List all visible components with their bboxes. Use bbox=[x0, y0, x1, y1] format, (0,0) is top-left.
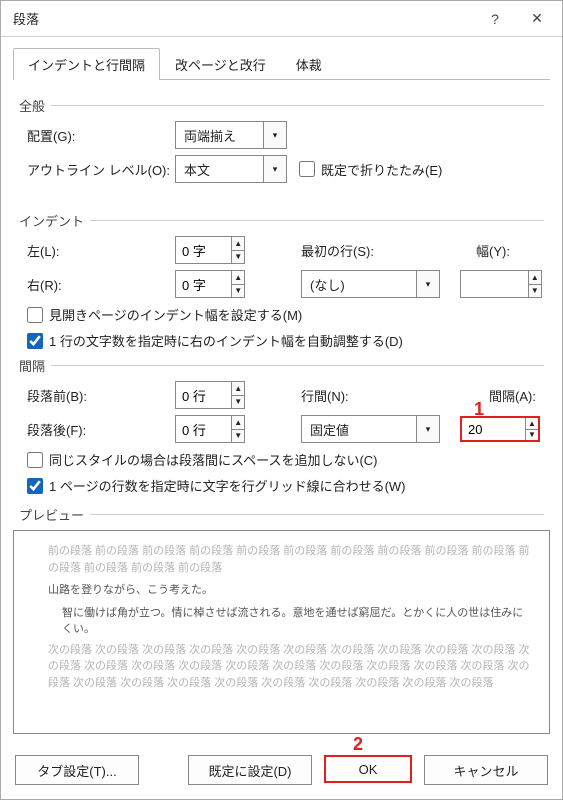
button-bar: タブ設定(T)... 既定に設定(D) OK キャンセル bbox=[15, 755, 548, 785]
default-button[interactable]: 既定に設定(D) bbox=[188, 755, 312, 785]
before-input[interactable] bbox=[176, 382, 231, 408]
indent-left-input[interactable] bbox=[176, 237, 231, 263]
spin-up-icon[interactable]: ▲ bbox=[529, 271, 541, 285]
paragraph-dialog: 段落 ? ✕ インデントと行間隔 改ページと改行 体裁 全般 配置(G): 両端… bbox=[0, 0, 563, 800]
tabs-button[interactable]: タブ設定(T)... bbox=[15, 755, 139, 785]
chevron-down-icon[interactable]: ▾ bbox=[263, 122, 286, 148]
samestyle-label: 同じスタイルの場合は段落間にスペースを追加しない(C) bbox=[49, 450, 378, 469]
tab-strip: インデントと行間隔 改ページと改行 体裁 bbox=[13, 47, 550, 80]
firstline-label: 最初の行(S): bbox=[301, 241, 441, 260]
group-preview: プレビュー bbox=[19, 505, 544, 524]
titlebar: 段落 ? ✕ bbox=[1, 1, 562, 37]
linespacing-combo[interactable]: 固定値 ▾ bbox=[301, 415, 440, 443]
preview-box: 前の段落 前の段落 前の段落 前の段落 前の段落 前の段落 前の段落 前の段落 … bbox=[13, 530, 550, 734]
at-label: 間隔(A): bbox=[441, 386, 544, 405]
group-preview-label: プレビュー bbox=[19, 505, 84, 524]
chevron-down-icon[interactable]: ▾ bbox=[263, 156, 286, 182]
spin-down-icon[interactable]: ▼ bbox=[232, 285, 244, 298]
outline-combo[interactable]: 本文 ▾ bbox=[175, 155, 287, 183]
cancel-button[interactable]: キャンセル bbox=[424, 755, 548, 785]
samestyle-checkbox[interactable] bbox=[27, 452, 43, 468]
outline-label: アウトライン レベル(O): bbox=[27, 160, 175, 179]
collapse-label: 既定で折りたたみ(E) bbox=[321, 160, 442, 179]
spin-up-icon[interactable]: ▲ bbox=[232, 416, 244, 430]
ok-button[interactable]: OK bbox=[324, 755, 412, 783]
spin-down-icon[interactable]: ▼ bbox=[526, 430, 538, 441]
preview-sample1: 山路を登りながら、こう考えた。 bbox=[48, 582, 533, 599]
autoadjust-label: 1 行の文字数を指定時に右のインデント幅を自動調整する(D) bbox=[49, 331, 403, 350]
alignment-value: 両端揃え bbox=[176, 126, 263, 145]
collapse-checkbox[interactable] bbox=[299, 161, 315, 177]
help-button[interactable]: ? bbox=[474, 4, 516, 34]
group-spacing: 間隔 bbox=[19, 356, 544, 375]
linespacing-value: 固定値 bbox=[302, 420, 416, 439]
snapgrid-label: 1 ページの行数を指定時に文字を行グリッド線に合わせる(W) bbox=[49, 476, 406, 495]
spin-down-icon[interactable]: ▼ bbox=[529, 285, 541, 298]
tab-format[interactable]: 体裁 bbox=[281, 48, 337, 80]
after-spin[interactable]: ▲▼ bbox=[175, 415, 245, 443]
at-input[interactable] bbox=[462, 418, 525, 440]
alignment-label: 配置(G): bbox=[27, 126, 175, 145]
at-spin[interactable]: ▲▼ bbox=[460, 416, 540, 442]
close-button[interactable]: ✕ bbox=[516, 4, 558, 34]
alignment-combo[interactable]: 両端揃え ▾ bbox=[175, 121, 287, 149]
group-general-label: 全般 bbox=[19, 96, 45, 115]
before-spin[interactable]: ▲▼ bbox=[175, 381, 245, 409]
spin-down-icon[interactable]: ▼ bbox=[232, 251, 244, 264]
spin-up-icon[interactable]: ▲ bbox=[232, 382, 244, 396]
after-input[interactable] bbox=[176, 416, 231, 442]
indent-right-spin[interactable]: ▲▼ bbox=[175, 270, 245, 298]
linespacing-label: 行間(N): bbox=[301, 386, 441, 405]
indent-right-input[interactable] bbox=[176, 271, 231, 297]
window-title: 段落 bbox=[13, 9, 474, 28]
width-input[interactable] bbox=[461, 271, 528, 297]
autoadjust-checkbox[interactable] bbox=[27, 333, 43, 349]
group-spacing-label: 間隔 bbox=[19, 356, 45, 375]
mirror-indent-checkbox[interactable] bbox=[27, 307, 43, 323]
width-spin[interactable]: ▲▼ bbox=[460, 270, 542, 298]
indent-left-label: 左(L): bbox=[27, 241, 175, 260]
group-general: 全般 bbox=[19, 96, 544, 115]
preview-sample2: 智に働けば角が立つ。情に棹させば流される。意地を通せば窮屈だ。とかくに人の世は住… bbox=[62, 605, 533, 638]
indent-left-spin[interactable]: ▲▼ bbox=[175, 236, 245, 264]
preview-next: 次の段落 次の段落 次の段落 次の段落 次の段落 次の段落 次の段落 次の段落 … bbox=[48, 642, 533, 692]
group-indent: インデント bbox=[19, 211, 544, 230]
chevron-down-icon[interactable]: ▾ bbox=[416, 416, 439, 442]
after-label: 段落後(F): bbox=[27, 420, 175, 439]
snapgrid-checkbox[interactable] bbox=[27, 478, 43, 494]
chevron-down-icon[interactable]: ▾ bbox=[416, 271, 439, 297]
spin-down-icon[interactable]: ▼ bbox=[232, 430, 244, 443]
spin-up-icon[interactable]: ▲ bbox=[526, 418, 538, 430]
annotation-marker-2: 2 bbox=[353, 734, 363, 755]
spin-up-icon[interactable]: ▲ bbox=[232, 237, 244, 251]
dialog-content: 全般 配置(G): 両端揃え ▾ アウトライン レベル(O): 本文 ▾ 既定で… bbox=[1, 80, 562, 524]
firstline-combo[interactable]: (なし) ▾ bbox=[301, 270, 440, 298]
mirror-indent-label: 見開きページのインデント幅を設定する(M) bbox=[49, 305, 302, 324]
group-indent-label: インデント bbox=[19, 211, 84, 230]
tab-indent-spacing[interactable]: インデントと行間隔 bbox=[13, 48, 160, 80]
indent-right-label: 右(R): bbox=[27, 275, 175, 294]
preview-prev: 前の段落 前の段落 前の段落 前の段落 前の段落 前の段落 前の段落 前の段落 … bbox=[48, 543, 533, 576]
outline-value: 本文 bbox=[176, 160, 263, 179]
width-label: 幅(Y): bbox=[441, 241, 544, 260]
firstline-value: (なし) bbox=[302, 275, 416, 294]
spin-down-icon[interactable]: ▼ bbox=[232, 396, 244, 409]
before-label: 段落前(B): bbox=[27, 386, 175, 405]
tab-pagebreaks[interactable]: 改ページと改行 bbox=[160, 48, 281, 80]
spin-up-icon[interactable]: ▲ bbox=[232, 271, 244, 285]
